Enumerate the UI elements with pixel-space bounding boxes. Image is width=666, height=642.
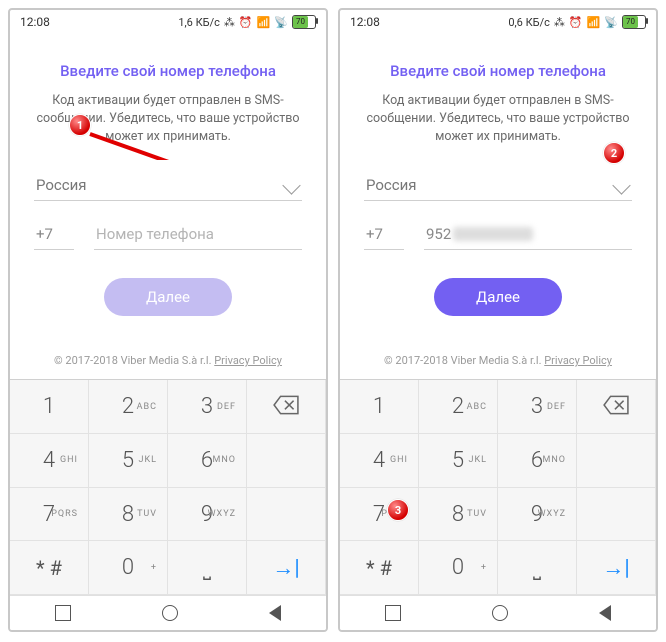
wifi-icon: 📡 <box>604 16 618 29</box>
country-selector[interactable]: Россия <box>364 170 632 201</box>
status-right: 0,6 КБ/с ⁂ ⏰ 📶 📡 70 <box>508 15 646 29</box>
signal-icon: 📶 <box>257 16 271 29</box>
dial-code[interactable]: +7 <box>364 219 404 250</box>
go-icon: →| <box>602 555 629 581</box>
redacted-portion <box>453 227 533 241</box>
android-nav-bar <box>10 595 326 630</box>
country-selector[interactable]: Россия <box>34 170 302 201</box>
key-5[interactable]: 5JKL <box>89 434 168 488</box>
content-area: Введите свой номер телефона Код активаци… <box>10 34 326 379</box>
back-button[interactable] <box>269 605 281 621</box>
bluetooth-icon: ⁂ <box>554 16 565 29</box>
status-speed: 0,6 КБ/с <box>508 16 550 29</box>
footer: © 2017-2018 Viber Media S.à r.l. Privacy… <box>34 354 302 367</box>
privacy-link[interactable]: Privacy Policy <box>544 354 612 367</box>
key-3[interactable]: 3DEF <box>498 380 577 434</box>
page-subtitle: Код активации будет отправлен в SMS-сооб… <box>34 92 302 146</box>
screenshot-left: 12:08 1,6 КБ/с ⁂ ⏰ 📶 📡 70 Введите свой н… <box>8 8 328 632</box>
key-0[interactable]: 0+ <box>89 541 168 595</box>
next-button[interactable]: Далее <box>104 278 232 316</box>
status-time: 12:08 <box>20 15 50 29</box>
key-go[interactable]: →| <box>247 541 326 595</box>
numeric-keypad: 12ABC3DEF 4GHI5JKL6MNO 7PQRS8TUV9WXYZ * #0+… <box>10 379 326 595</box>
key-1[interactable]: 1 <box>340 380 419 434</box>
battery-icon: 70 <box>292 15 316 29</box>
key-6[interactable]: 6MNO <box>168 434 247 488</box>
key-7[interactable]: 7PQRS <box>10 488 89 542</box>
key-backspace[interactable] <box>247 380 326 434</box>
android-nav-bar <box>340 595 656 630</box>
key-2[interactable]: 2ABC <box>419 380 498 434</box>
status-bar: 12:08 1,6 КБ/с ⁂ ⏰ 📶 📡 70 <box>10 10 326 34</box>
chevron-down-icon <box>282 176 300 194</box>
status-speed: 1,6 КБ/с <box>178 16 220 29</box>
dial-code[interactable]: +7 <box>34 219 74 250</box>
next-button[interactable]: Далее <box>434 278 562 316</box>
status-bar: 12:08 0,6 КБ/с ⁂ ⏰ 📶 📡 70 <box>340 10 656 34</box>
phone-value: 952 <box>426 225 451 243</box>
home-button[interactable] <box>492 605 508 621</box>
status-right: 1,6 КБ/с ⁂ ⏰ 📶 📡 70 <box>178 15 316 29</box>
footer-copy: © 2017-2018 Viber Media S.à r.l. <box>54 354 211 367</box>
key-go[interactable]: →| <box>577 541 656 595</box>
screenshot-right: 12:08 0,6 КБ/с ⁂ ⏰ 📶 📡 70 Введите свой н… <box>338 8 658 632</box>
key-8[interactable]: 8TUV <box>89 488 168 542</box>
key-empty <box>577 488 656 542</box>
phone-row: +7 Номер телефона <box>34 219 302 250</box>
key-backspace[interactable] <box>577 380 656 434</box>
wifi-icon: 📡 <box>274 16 288 29</box>
backspace-icon <box>603 395 629 419</box>
page-title: Введите свой номер телефона <box>34 62 302 80</box>
key-1[interactable]: 1 <box>10 380 89 434</box>
key-3[interactable]: 3DEF <box>168 380 247 434</box>
key-empty <box>247 434 326 488</box>
chevron-down-icon <box>612 176 630 194</box>
numeric-keypad: 12ABC3DEF 4GHI5JKL6MNO 7PQRS8TUV9WXYZ * #0+… <box>340 379 656 595</box>
recents-button[interactable] <box>55 605 71 621</box>
alarm-icon: ⏰ <box>239 16 253 29</box>
key-symbol[interactable]: ⎵ <box>168 541 247 595</box>
backspace-icon <box>273 395 299 419</box>
phone-input[interactable]: Номер телефона <box>94 219 302 250</box>
page-title: Введите свой номер телефона <box>364 62 632 80</box>
go-icon: →| <box>272 555 299 581</box>
key-9[interactable]: 9WXYZ <box>168 488 247 542</box>
bluetooth-icon: ⁂ <box>224 16 235 29</box>
phone-row: +7 952 <box>364 219 632 250</box>
key-empty <box>247 488 326 542</box>
home-button[interactable] <box>162 605 178 621</box>
key-2[interactable]: 2ABC <box>89 380 168 434</box>
phone-input[interactable]: 952 <box>424 219 632 250</box>
key-symbol[interactable]: * # <box>340 541 419 595</box>
alarm-icon: ⏰ <box>569 16 583 29</box>
phone-placeholder: Номер телефона <box>96 225 214 243</box>
key-6[interactable]: 6MNO <box>498 434 577 488</box>
key-empty <box>577 434 656 488</box>
key-5[interactable]: 5JKL <box>419 434 498 488</box>
footer: © 2017-2018 Viber Media S.à r.l. Privacy… <box>364 354 632 367</box>
key-4[interactable]: 4GHI <box>340 434 419 488</box>
key-9[interactable]: 9WXYZ <box>498 488 577 542</box>
content-area: Введите свой номер телефона Код активаци… <box>340 34 656 379</box>
recents-button[interactable] <box>385 605 401 621</box>
page-subtitle: Код активации будет отправлен в SMS-сооб… <box>364 92 632 146</box>
key-8[interactable]: 8TUV <box>419 488 498 542</box>
privacy-link[interactable]: Privacy Policy <box>214 354 282 367</box>
footer-copy: © 2017-2018 Viber Media S.à r.l. <box>384 354 541 367</box>
key-0[interactable]: 0+ <box>419 541 498 595</box>
signal-icon: 📶 <box>587 16 601 29</box>
status-time: 12:08 <box>350 15 380 29</box>
key-symbol[interactable]: ⎵ <box>498 541 577 595</box>
key-7[interactable]: 7PQRS <box>340 488 419 542</box>
battery-icon: 70 <box>622 15 646 29</box>
back-button[interactable] <box>599 605 611 621</box>
key-symbol[interactable]: * # <box>10 541 89 595</box>
country-label: Россия <box>366 176 417 194</box>
key-4[interactable]: 4GHI <box>10 434 89 488</box>
country-label: Россия <box>36 176 87 194</box>
